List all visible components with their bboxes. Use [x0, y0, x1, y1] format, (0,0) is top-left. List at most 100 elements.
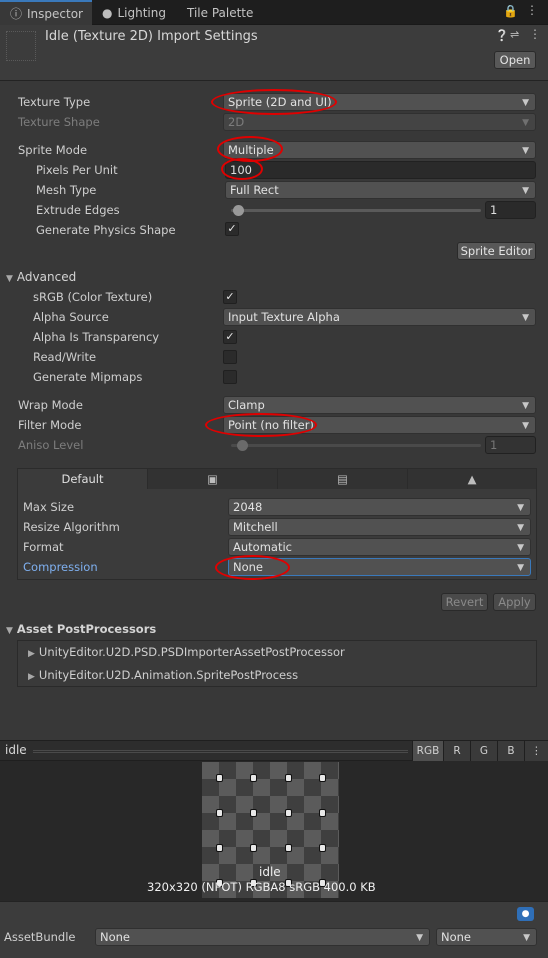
max-size-dropdown[interactable]: 2048 ▼: [228, 498, 531, 516]
platform-tab-server[interactable]: ▤: [278, 469, 408, 489]
postprocessors-title: Asset PostProcessors: [16, 622, 157, 636]
max-size-value: 2048: [233, 500, 263, 514]
foldout-closed-icon: ▶: [28, 649, 35, 659]
channel-r-button[interactable]: R: [443, 741, 470, 761]
server-icon: ▤: [337, 472, 348, 486]
tab-tile-palette[interactable]: Tile Palette: [177, 0, 267, 25]
sprite-frame: [216, 844, 223, 852]
platform-tab-standalone[interactable]: ▣: [148, 469, 278, 489]
generate-physics-shape-checkbox[interactable]: ✓: [225, 222, 239, 236]
format-label: Format: [23, 540, 64, 554]
chevron-down-icon: ▼: [522, 186, 529, 196]
platform-tab-default[interactable]: Default: [18, 469, 148, 489]
pixels-per-unit-field[interactable]: 100: [225, 161, 536, 179]
pixels-per-unit-label: Pixels Per Unit: [36, 163, 118, 177]
sprite-mode-dropdown[interactable]: Multiple ▼: [223, 141, 536, 159]
texture-shape-dropdown: 2D ▼: [223, 113, 536, 131]
foldout-closed-icon: ▶: [28, 672, 35, 682]
assetbundle-bar: ● AssetBundle None ▼ None ▼: [0, 901, 548, 958]
drag-handle[interactable]: [33, 750, 408, 753]
label-tag-icon[interactable]: ●: [517, 907, 534, 921]
platform-tab-android[interactable]: ▲: [408, 469, 536, 489]
assetbundle-name-dropdown[interactable]: None ▼: [95, 928, 430, 946]
chevron-down-icon: ▼: [416, 933, 423, 943]
generate-physics-shape-label: Generate Physics Shape: [36, 223, 176, 237]
assetbundle-variant-dropdown[interactable]: None ▼: [436, 928, 537, 946]
extrude-edges-slider-track[interactable]: [231, 209, 481, 212]
resize-algorithm-dropdown[interactable]: Mitchell ▼: [228, 518, 531, 536]
open-button[interactable]: Open: [494, 51, 536, 69]
wrap-mode-dropdown[interactable]: Clamp ▼: [223, 396, 536, 414]
advanced-title: Advanced: [16, 270, 77, 284]
wrap-mode-value: Clamp: [228, 398, 265, 412]
sprite-frame: [250, 809, 257, 817]
aniso-level-field: 1: [485, 436, 536, 454]
alpha-source-dropdown[interactable]: Input Texture Alpha ▼: [223, 308, 536, 326]
sprite-frame: [216, 774, 223, 782]
resize-algorithm-value: Mitchell: [233, 520, 278, 534]
sprite-frame: [250, 844, 257, 852]
android-icon: ▲: [467, 472, 477, 486]
texture-type-dropdown[interactable]: Sprite (2D and UI) ▼: [223, 93, 536, 111]
info-icon: ⓘ: [10, 7, 23, 21]
sprite-frame: [319, 844, 326, 852]
tab-inspector[interactable]: ⓘ Inspector: [0, 0, 92, 25]
format-dropdown[interactable]: Automatic ▼: [228, 538, 531, 556]
alpha-is-transparency-checkbox[interactable]: ✓: [223, 330, 237, 344]
sprite-mode-label: Sprite Mode: [18, 143, 88, 157]
help-icon[interactable]: ❔: [495, 29, 509, 42]
tab-inspector-label: Inspector: [27, 7, 83, 21]
texture-shape-label: Texture Shape: [18, 115, 100, 129]
extrude-edges-field[interactable]: 1: [485, 201, 536, 219]
apply-button[interactable]: Apply: [493, 593, 536, 611]
chevron-down-icon: ▼: [522, 401, 529, 411]
texture-thumbnail-icon: [6, 31, 36, 61]
sprite-editor-button[interactable]: Sprite Editor: [457, 242, 536, 260]
preview-menu-icon[interactable]: ⋮: [524, 741, 548, 761]
chevron-down-icon: ▼: [522, 421, 529, 431]
postprocessors-foldout[interactable]: ▼ Asset PostProcessors: [6, 622, 156, 636]
chevron-down-icon: ▼: [523, 933, 530, 943]
filter-mode-value: Point (no filter): [228, 418, 314, 432]
chevron-down-icon: ▼: [522, 98, 529, 108]
preview-toolbar: idle RGB R G B ⋮: [0, 740, 548, 761]
extrude-edges-label: Extrude Edges: [36, 203, 120, 217]
filter-mode-dropdown[interactable]: Point (no filter) ▼: [223, 416, 536, 434]
window-tab-bar: ⓘ Inspector ● Lighting Tile Palette 🔒 ⋮: [0, 0, 548, 25]
kebab-menu-icon[interactable]: ⋮: [526, 3, 538, 17]
foldout-open-icon: ▼: [6, 626, 13, 636]
sprite-frame: [285, 774, 292, 782]
texture-type-value: Sprite (2D and UI): [228, 95, 332, 109]
postprocessors-list: ▶ UnityEditor.U2D.PSD.PSDImporterAssetPos…: [17, 640, 537, 687]
lock-icon[interactable]: 🔒: [503, 4, 518, 18]
advanced-foldout[interactable]: ▼ Advanced: [6, 270, 76, 284]
channel-b-button[interactable]: B: [497, 741, 524, 761]
compression-dropdown[interactable]: None ▼: [228, 558, 531, 576]
header-menu-icon[interactable]: ⋮: [529, 27, 541, 41]
chevron-down-icon: ▼: [517, 543, 524, 553]
page-title: Idle (Texture 2D) Import Settings: [45, 29, 258, 44]
channel-rgb-button[interactable]: RGB: [412, 741, 443, 761]
srgb-checkbox[interactable]: ✓: [223, 290, 237, 304]
postprocessor-item-label: UnityEditor.U2D.PSD.PSDImporterAssetPost…: [38, 645, 345, 659]
aniso-level-slider-handle: [237, 440, 248, 451]
revert-button[interactable]: Revert: [441, 593, 488, 611]
read-write-checkbox[interactable]: [223, 350, 237, 364]
tab-tile-palette-label: Tile Palette: [187, 6, 254, 20]
extrude-edges-slider-handle[interactable]: [233, 205, 244, 216]
generate-mipmaps-checkbox[interactable]: [223, 370, 237, 384]
tab-lighting[interactable]: ● Lighting: [92, 0, 172, 25]
postprocessor-item[interactable]: ▶ UnityEditor.U2D.PSD.PSDImporterAssetPos…: [28, 645, 345, 659]
sprite-frame: [319, 809, 326, 817]
sprite-frame: [285, 809, 292, 817]
preview-image-label: idle: [259, 865, 281, 879]
postprocessor-item[interactable]: ▶ UnityEditor.U2D.Animation.SpritePostPro…: [28, 668, 298, 682]
chevron-down-icon: ▼: [522, 118, 529, 128]
preview-info: 320x320 (NPOT) RGBA8 sRGB 400.0 KB: [147, 880, 376, 894]
filter-mode-label: Filter Mode: [18, 418, 82, 432]
chevron-down-icon: ▼: [522, 313, 529, 323]
preset-icon[interactable]: ⇌: [510, 28, 519, 41]
channel-g-button[interactable]: G: [470, 741, 497, 761]
mesh-type-label: Mesh Type: [36, 183, 97, 197]
mesh-type-dropdown[interactable]: Full Rect ▼: [225, 181, 536, 199]
